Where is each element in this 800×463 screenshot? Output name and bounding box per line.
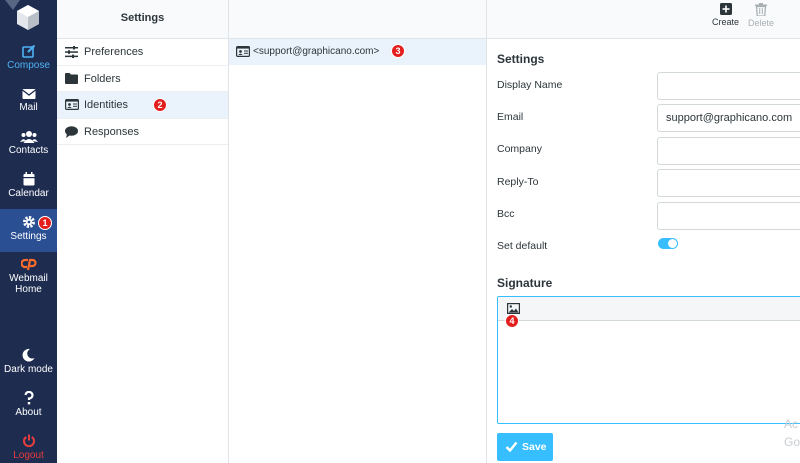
settings-section-title: Settings <box>497 52 545 66</box>
settings-item-identities[interactable]: Identities 2 <box>57 92 228 119</box>
reply-to-label: Reply-To <box>497 176 539 188</box>
cpanel-icon <box>20 258 37 271</box>
nav-label: Contacts <box>8 145 49 156</box>
delete-button[interactable]: Delete <box>748 3 774 28</box>
set-default-label: Set default <box>497 240 548 252</box>
nav-logout[interactable]: Logout <box>0 434 57 461</box>
check-icon <box>505 441 518 453</box>
nav-label: Logout <box>13 450 44 461</box>
display-name-input[interactable] <box>657 72 800 100</box>
identity-row[interactable]: <support@graphicano.com> 3 <box>229 39 486 65</box>
trash-icon <box>755 3 767 16</box>
settings-item-label: Responses <box>84 125 140 138</box>
moon-icon <box>22 348 35 362</box>
nav-label: Compose <box>7 60 50 71</box>
reply-to-input[interactable] <box>657 169 800 197</box>
identity-email: <support@graphicano.com> <box>253 46 380 57</box>
image-icon[interactable] <box>507 303 520 314</box>
nav-label: Webmail <box>9 273 48 284</box>
plus-square-icon <box>719 3 732 15</box>
nav-label: About <box>15 407 42 418</box>
nav-calendar[interactable]: Calendar <box>0 172 57 199</box>
step-badge: 3 <box>391 44 405 58</box>
settings-item-label: Identities <box>84 99 129 111</box>
nav-contacts[interactable]: Contacts <box>0 130 57 156</box>
email-label: Email <box>497 111 524 123</box>
company-input[interactable] <box>657 137 800 165</box>
toggle-knob <box>668 239 677 248</box>
nav-about[interactable]: About <box>0 391 57 418</box>
display-name-label: Display Name <box>497 79 563 91</box>
settings-item-responses[interactable]: Responses <box>57 119 228 145</box>
activation-watermark: Ac Go <box>784 415 800 451</box>
save-button[interactable]: Save <box>497 433 553 461</box>
nav-label: Mail <box>19 102 38 113</box>
settings-item-folders[interactable]: Folders <box>57 66 228 92</box>
app-logo <box>0 0 57 38</box>
comment-icon <box>65 125 78 138</box>
email-input[interactable] <box>657 104 800 132</box>
nav-webmail-home[interactable]: Webmail Home <box>0 258 57 295</box>
identities-list-header <box>229 0 486 39</box>
settings-item-label: Folders <box>84 72 121 85</box>
main-nav: Compose Mail Contacts Calendar Settings … <box>0 0 57 463</box>
id-card-icon <box>236 46 250 57</box>
envelope-icon <box>21 89 36 99</box>
set-default-toggle[interactable] <box>658 238 678 249</box>
bcc-input[interactable] <box>657 202 800 230</box>
calendar-icon <box>23 172 34 186</box>
signature-section-title: Signature <box>497 276 553 290</box>
nav-mail[interactable]: Mail <box>0 88 57 113</box>
folder-icon <box>65 72 78 84</box>
nav-dark-mode[interactable]: Dark mode <box>0 348 57 375</box>
sliders-icon <box>65 46 78 58</box>
nav-settings[interactable]: Settings <box>0 209 57 252</box>
power-icon <box>22 434 35 448</box>
settings-list-title: Settings <box>57 0 228 39</box>
id-card-icon <box>65 99 79 110</box>
step-badge: 2 <box>153 98 167 112</box>
watermark-line: Go <box>784 435 800 449</box>
users-icon <box>19 131 38 143</box>
create-label: Create <box>712 17 740 27</box>
create-button[interactable]: Create <box>712 3 739 27</box>
bcc-label: Bcc <box>497 208 515 220</box>
signature-textarea[interactable] <box>498 321 800 423</box>
nav-compose[interactable]: Compose <box>0 44 57 71</box>
identity-edit-panel: Create Delete Settings Display Name Emai… <box>487 0 800 463</box>
identities-list-panel: <support@graphicano.com> 3 <box>229 0 487 463</box>
nav-label: Home <box>15 284 42 295</box>
delete-label: Delete <box>748 18 775 28</box>
question-icon <box>23 391 34 405</box>
save-label: Save <box>522 441 547 453</box>
nav-label: Settings <box>10 231 47 242</box>
company-label: Company <box>497 143 542 155</box>
settings-list-panel: Settings Preferences Folders Identities … <box>57 0 229 463</box>
editor-toolbar: 4 <box>498 297 800 328</box>
signature-editor: 4 <box>497 296 800 424</box>
nav-label: Dark mode <box>4 364 53 375</box>
watermark-line: Ac <box>784 417 799 431</box>
settings-item-label: Preferences <box>84 46 144 58</box>
gear-icon <box>22 216 35 228</box>
settings-item-preferences[interactable]: Preferences <box>57 39 228 66</box>
toolbar: Create Delete <box>487 0 800 39</box>
step-badge: 1 <box>38 216 52 230</box>
compose-icon <box>21 44 35 58</box>
nav-label: Calendar <box>8 188 49 199</box>
